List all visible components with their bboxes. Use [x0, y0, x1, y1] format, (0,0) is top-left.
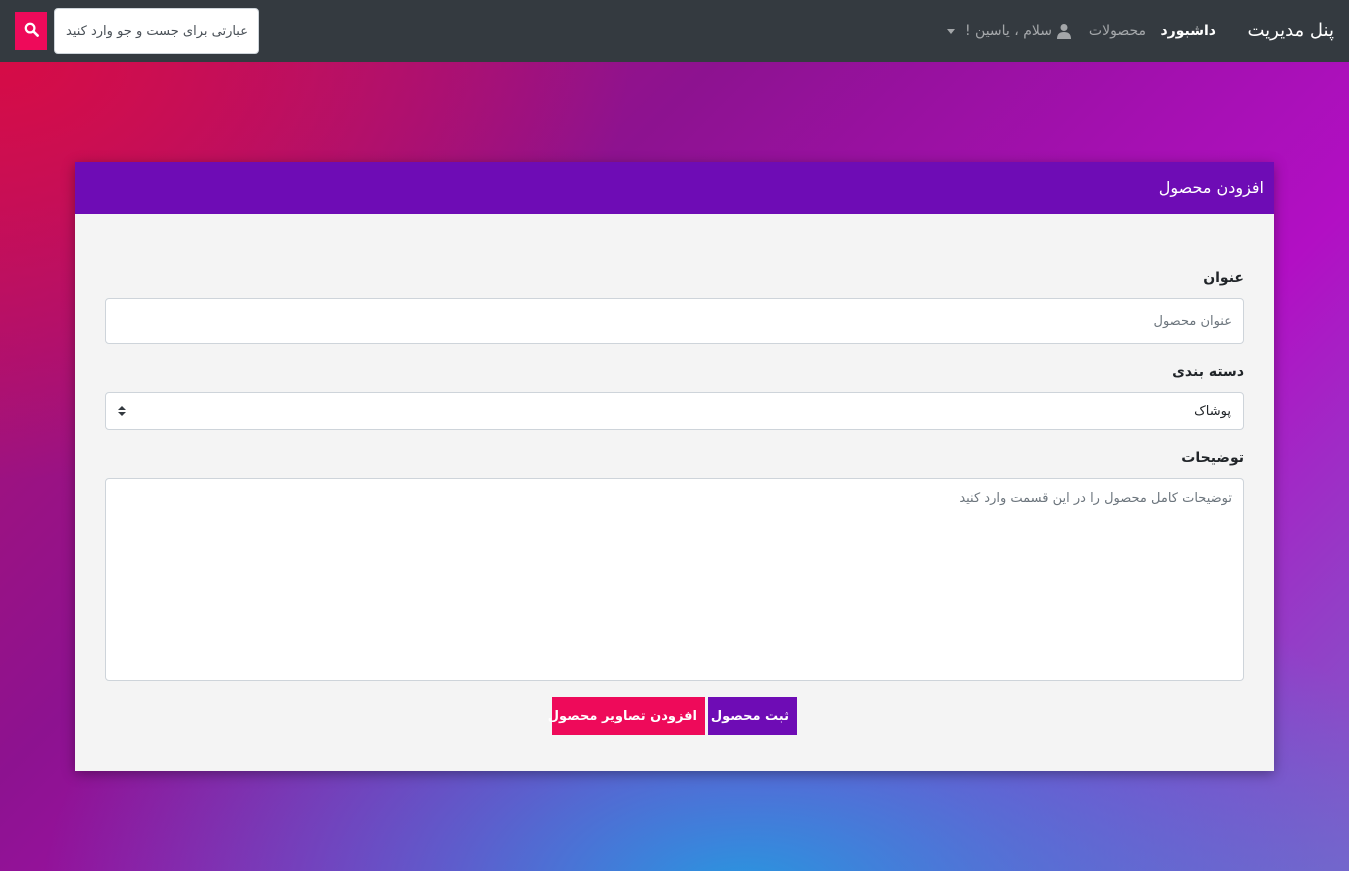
card-title: افزودن محصول: [75, 162, 1274, 214]
caret-down-icon: [946, 28, 955, 34]
user-greeting: سلام ، یاسین !: [964, 23, 1052, 39]
description-textarea[interactable]: [105, 478, 1244, 681]
select-arrows-icon: [118, 405, 126, 417]
navbar-brand[interactable]: پنل مدیریت: [1247, 19, 1334, 43]
search-input[interactable]: [54, 8, 259, 54]
add-product-images-button[interactable]: افزودن تصاویر محصول: [548, 697, 705, 735]
description-label: توضیحات: [1181, 450, 1244, 466]
user-dropdown-toggle[interactable]: سلام ، یاسین !: [946, 22, 1072, 40]
search-icon: [24, 22, 39, 40]
nav-dashboard-link[interactable]: داشبورد: [1161, 22, 1217, 40]
nav-products-link[interactable]: محصولات: [1089, 22, 1146, 40]
category-selected-value: پوشاک: [1194, 403, 1231, 419]
submit-product-button[interactable]: ثبت محصول: [708, 697, 797, 735]
title-label: عنوان: [1203, 270, 1244, 286]
category-label: دسته بندی: [1172, 364, 1244, 380]
category-select[interactable]: پوشاک: [105, 392, 1244, 430]
top-navbar: پنل مدیریت داشبورد محصولات سلام ، یاسین …: [0, 0, 1349, 62]
user-icon: [1056, 23, 1072, 39]
search-button[interactable]: [15, 12, 47, 50]
title-input[interactable]: [105, 298, 1244, 344]
add-product-card: افزودن محصول عنوان دسته بندی پوشاک توضیح…: [75, 162, 1274, 771]
